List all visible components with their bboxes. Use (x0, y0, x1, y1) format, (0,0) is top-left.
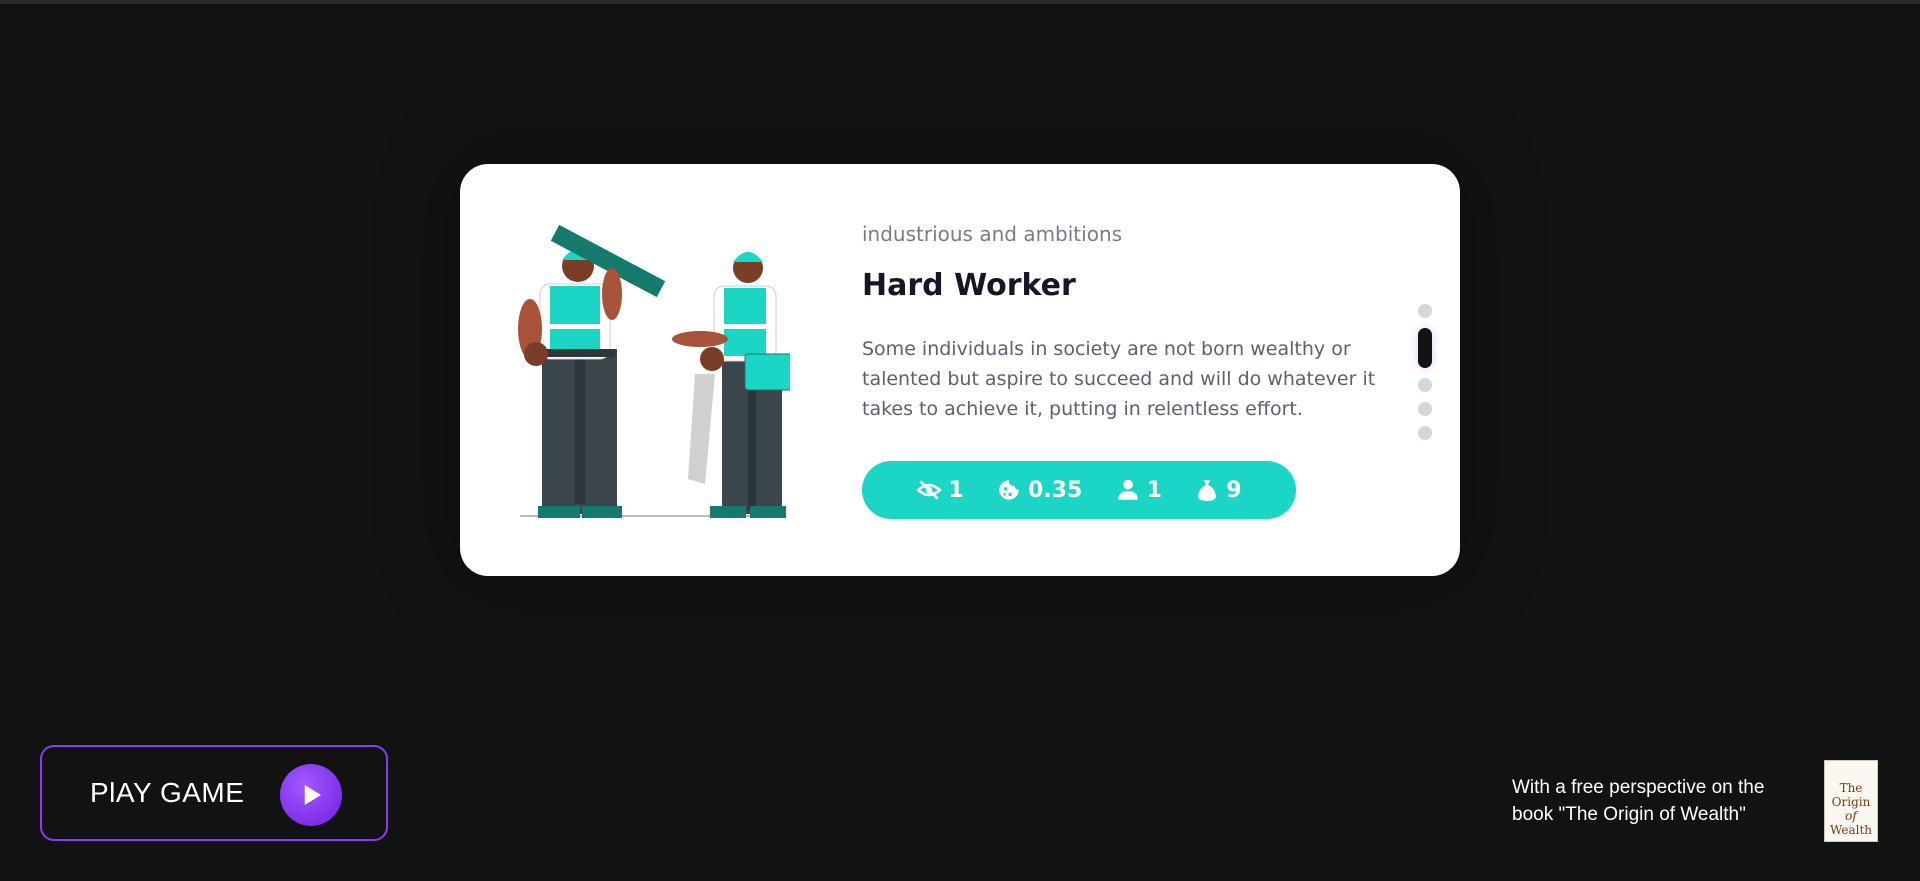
play-game-button[interactable]: PlAY GAME (40, 745, 388, 841)
pagination-dot[interactable] (1418, 378, 1432, 392)
stat-money: 9 (1194, 477, 1242, 503)
cookie-icon (999, 480, 1019, 500)
stat-visibility: 1 (916, 477, 964, 503)
money-bag-icon (1198, 480, 1217, 501)
stat-value: 1 (948, 477, 964, 503)
top-border (0, 0, 1920, 4)
stat-cookie: 0.35 (996, 477, 1082, 503)
pagination-dot-active[interactable] (1418, 328, 1432, 368)
stats-bar: 1 0.35 1 9 (862, 461, 1296, 519)
workers-illustration (518, 224, 790, 518)
book-cover-byline (1850, 765, 1851, 771)
book-cover-title: The Origin of Wealth (1830, 781, 1872, 837)
play-game-label: PlAY GAME (90, 777, 245, 808)
card-description: Some individuals in society are not born… (862, 338, 1376, 420)
play-icon (280, 764, 342, 826)
stat-person: 1 (1115, 477, 1162, 503)
stat-value: 9 (1226, 477, 1242, 503)
pagination-dot[interactable] (1418, 304, 1432, 318)
card-title: Hard Worker (862, 268, 1076, 303)
pagination-dot[interactable] (1418, 402, 1432, 416)
stat-value: 0.35 (1028, 477, 1083, 503)
book-promo-text[interactable]: With a free perspective on the book "The… (1512, 774, 1802, 828)
card-subtitle: industrious and ambitions (862, 222, 1123, 246)
eye-slash-icon (916, 480, 943, 500)
person-icon (1117, 479, 1138, 500)
pagination-dot[interactable] (1418, 426, 1432, 440)
character-card: industrious and ambitions Hard Worker So… (460, 164, 1460, 576)
pagination-dots (1418, 304, 1432, 440)
book-cover-image[interactable]: The Origin of Wealth (1824, 760, 1878, 842)
stat-value: 1 (1146, 477, 1162, 503)
play-triangle-icon (304, 785, 321, 805)
